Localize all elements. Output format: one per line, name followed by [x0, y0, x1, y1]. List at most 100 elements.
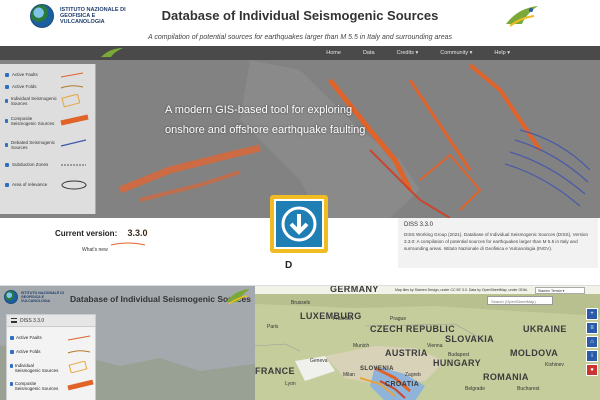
checkbox-icon[interactable]: [10, 363, 13, 368]
map-label-city: Bucharest: [517, 386, 540, 392]
checkbox-icon: [5, 182, 9, 187]
legend-label: Composite Seismogenic Sources: [10, 116, 55, 126]
legend-label: Debated Seismogenic Sources: [10, 140, 56, 150]
checkbox-icon: [5, 162, 9, 167]
home-tool-icon[interactable]: ⌂: [586, 336, 598, 348]
website-view: Istituto Nazionale di Geofisica e Vulcan…: [0, 0, 600, 270]
checkbox-icon: [5, 143, 8, 147]
legend-label: Active Folds: [12, 84, 37, 89]
legend-individual-sources[interactable]: Individual Seismogenic Sources: [5, 96, 57, 106]
globe-icon: [4, 290, 18, 304]
map-label-city: Geneva: [310, 358, 328, 364]
legend-label: Area of relevance: [12, 182, 48, 187]
citation-title: DISS 3.3.0: [404, 222, 434, 228]
legend-panel: Active Faults Active Folds Individual Se…: [0, 64, 96, 214]
checkbox-icon: [5, 72, 9, 77]
map-label-city: Vienna: [427, 343, 443, 349]
nav-home[interactable]: Home: [326, 50, 341, 56]
map-label-country: CZECH REPUBLIC: [370, 324, 456, 334]
legend-active-faults[interactable]: Active Faults: [5, 72, 38, 77]
individual-source-icon: [61, 94, 81, 108]
info-tool-icon[interactable]: i: [586, 350, 598, 362]
checkbox-icon[interactable]: [10, 335, 14, 340]
map-label-country: CROATIA: [385, 381, 420, 388]
map-canvas[interactable]: Map tiles by Stamen Design, under CC BY …: [255, 286, 600, 400]
current-version-label: Current version:: [55, 229, 118, 238]
map-label-city: Prague: [390, 316, 407, 322]
current-version: Current version: 3.3.0: [55, 228, 148, 238]
basemap-select-value: Stamen Terrain: [538, 288, 562, 293]
checkbox-icon: [5, 84, 9, 89]
citation-text: DISS Working Group (2021). Database of I…: [404, 232, 589, 251]
layer-individual-sources[interactable]: Individual Seismogenic Sources: [10, 363, 60, 373]
page-subtitle: A compilation of potential sources for e…: [147, 34, 453, 41]
download-icon-frame: [274, 199, 324, 249]
menu-icon[interactable]: [11, 318, 17, 323]
composite-source-icon: [60, 114, 89, 126]
hero-line-1: A modern GIS-based tool for exploring: [165, 104, 353, 116]
legend-label: Active Faults: [12, 72, 38, 77]
checkbox-icon[interactable]: [10, 381, 13, 386]
hero-tagline: A modern GIS-based tool for exploring on…: [165, 100, 365, 140]
diss-bird-logo: [506, 6, 538, 27]
composite-source-icon: [67, 379, 94, 391]
debated-source-icon: [60, 139, 87, 147]
app-title: Database of Individual Seismogenic Sourc…: [70, 294, 251, 304]
layer-panel: DISS 3.3.0 Active Faults Active Folds In…: [6, 314, 96, 400]
layer-panel-title: DISS 3.3.0: [20, 317, 45, 324]
basemap-select[interactable]: Stamen Terrain ▾: [535, 287, 585, 294]
legend-area-of-relevance[interactable]: Area of relevance: [5, 182, 47, 187]
map-label-country: ROMANIA: [483, 372, 529, 382]
legend-composite-sources[interactable]: Composite Seismogenic Sources: [5, 116, 57, 126]
nav-data[interactable]: Data: [363, 50, 375, 56]
map-label-country: MOLDOVA: [510, 348, 559, 358]
app-bird-logo: [226, 289, 250, 305]
map-label-city: Munich: [353, 343, 370, 349]
legend-active-folds[interactable]: Active Folds: [5, 84, 37, 89]
version-underline: [110, 242, 146, 246]
map-label-city: Budapest: [448, 352, 470, 358]
zoom-in-button[interactable]: +: [586, 308, 598, 320]
map-label-city: Milan: [343, 372, 355, 378]
map-label-city: Zagreb: [405, 372, 421, 378]
download-button[interactable]: [270, 195, 328, 253]
checkbox-icon[interactable]: [10, 349, 14, 354]
nav-help[interactable]: Help ▾: [494, 50, 510, 56]
layer-label: Individual Seismogenic Sources: [14, 363, 59, 373]
layer-composite-sources[interactable]: Composite Seismogenic Sources: [10, 381, 60, 391]
map-label-country: FRANCE: [255, 366, 295, 376]
legend-subduction-zones[interactable]: Subduction Zones: [5, 162, 48, 167]
current-version-number[interactable]: 3.3.0: [127, 228, 147, 238]
app-logo[interactable]: Istituto Nazionale di Geofisica e Vulcan…: [4, 290, 69, 304]
map-app-view: Istituto Nazionale di Geofisica e Vulcan…: [0, 285, 600, 400]
legend-debated-sources[interactable]: Debated Seismogenic Sources: [5, 140, 57, 150]
map-label-city: Belgrade: [465, 386, 486, 392]
layers-tool-icon[interactable]: ≡: [586, 322, 598, 334]
map-label-city: Paris: [267, 324, 279, 330]
app-org-name: Istituto Nazionale di Geofisica e Vulcan…: [21, 291, 64, 303]
layer-panel-header[interactable]: DISS 3.3.0: [7, 315, 95, 327]
navbar-logo-icon[interactable]: [100, 47, 124, 59]
map-search-input[interactable]: Search (OpenStreetMap): [487, 296, 553, 305]
map-label-country: UKRAINE: [523, 324, 567, 334]
area-relevance-icon: [61, 180, 87, 190]
map-label-country: SLOVAKIA: [445, 334, 495, 344]
layer-label: Active Faults: [16, 335, 42, 340]
map-label-city: Brussels: [291, 300, 311, 306]
map-label-city: Lyon: [285, 381, 296, 387]
citation-box: DISS 3.3.0 DISS Working Group (2021). Da…: [398, 218, 598, 268]
layer-label: Active Folds: [16, 349, 41, 354]
whats-new-link[interactable]: What's new: [82, 247, 108, 253]
map-label-city: Frankfurt: [333, 316, 354, 322]
fold-line-icon: [60, 85, 84, 89]
location-pin-icon[interactable]: ●: [586, 364, 598, 376]
map-label-country: SLOVENIA: [360, 366, 394, 372]
layer-label: Composite Seismogenic Sources: [14, 381, 59, 391]
layer-active-faults[interactable]: Active Faults: [10, 335, 42, 340]
legend-label: Individual Seismogenic Sources: [10, 96, 57, 106]
nav-community[interactable]: Community ▾: [440, 50, 472, 56]
layer-active-folds[interactable]: Active Folds: [10, 349, 41, 354]
hero-line-2: onshore and offshore earthquake faulting: [165, 124, 366, 136]
nav-credits[interactable]: Credits ▾: [397, 50, 419, 56]
search-placeholder: Search (OpenStreetMap): [491, 298, 536, 304]
